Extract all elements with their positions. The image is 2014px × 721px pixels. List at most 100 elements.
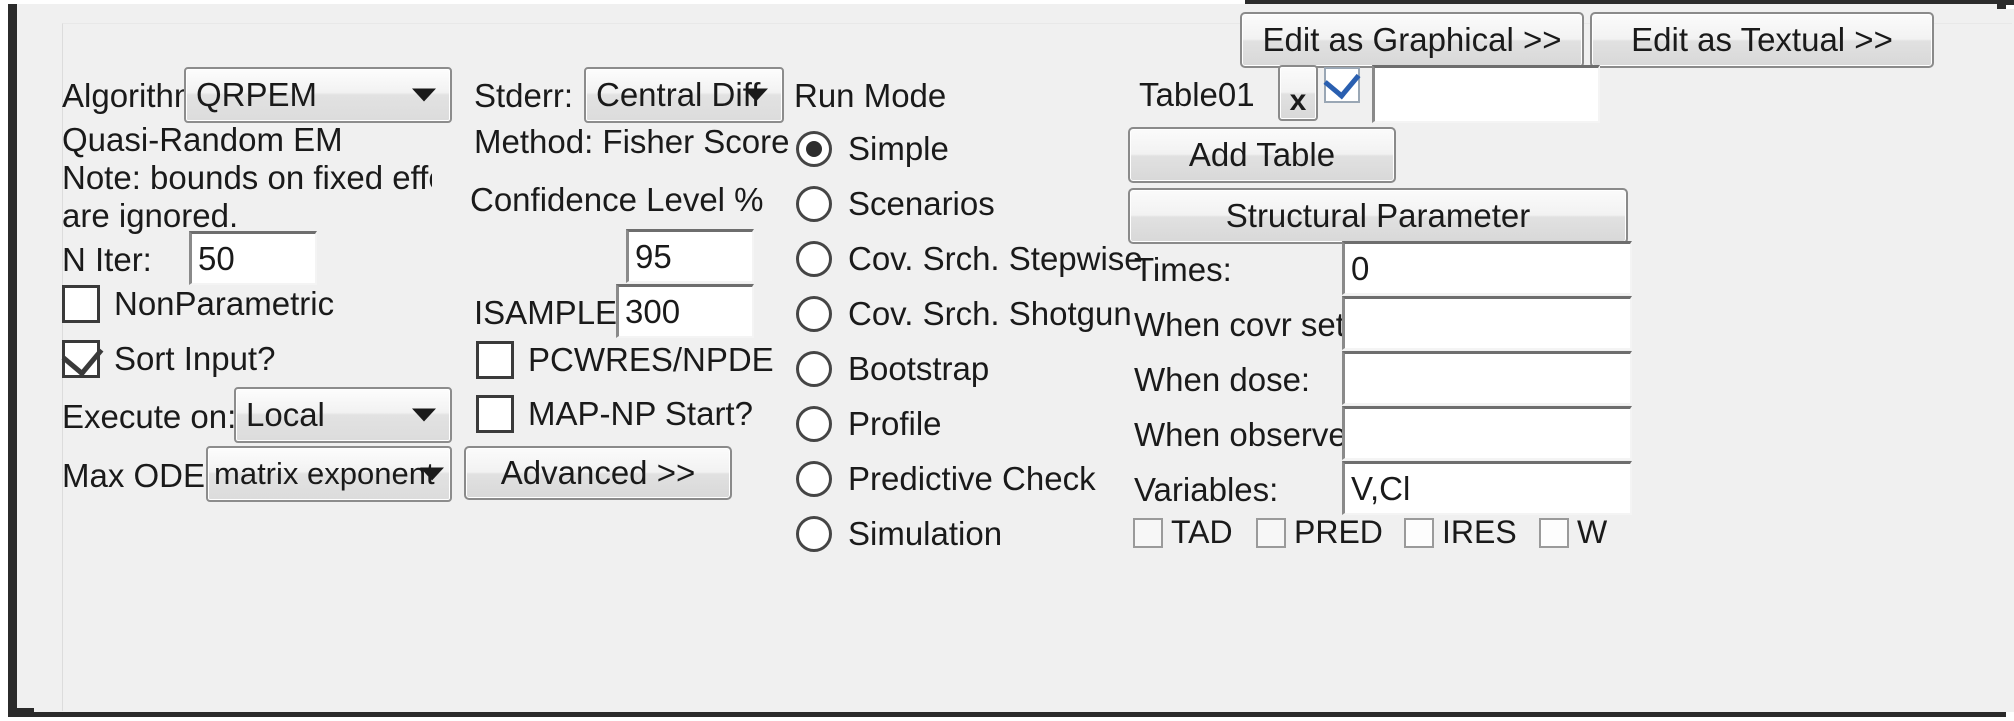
algorithm-description-line-1: Quasi-Random EM (62, 121, 343, 158)
nonparametric-checkbox[interactable]: NonParametric (62, 285, 334, 323)
isample-input[interactable]: 300 (616, 284, 754, 338)
variables-input[interactable]: V,Cl (1342, 461, 1632, 515)
output-flag-label: PRED (1294, 514, 1383, 550)
n-iter-value: 50 (198, 239, 235, 277)
run-mode-option-predictive-check[interactable]: Predictive Check (796, 460, 1096, 498)
add-table-label: Add Table (1188, 136, 1336, 173)
run-mode-label: Cov. Srch. Stepwise (848, 240, 1143, 277)
run-mode-title: Run Mode (794, 77, 947, 114)
settings-dialog-screenshot: Edit as Graphical >> Edit as Textual >> … (0, 0, 2014, 721)
run-mode-label: Predictive Check (848, 460, 1096, 497)
output-flag-label: TAD (1171, 514, 1233, 550)
map-np-start-checkbox[interactable]: MAP-NP Start? (476, 395, 753, 433)
structural-parameter-label: Structural Parameter (1225, 197, 1531, 234)
confidence-level-label: Confidence Level % (470, 181, 764, 218)
output-flag-ires-checkbox[interactable]: IRES (1404, 514, 1517, 551)
algorithm-select[interactable]: QRPEM (184, 67, 452, 123)
run-mode-option-scenarios[interactable]: Scenarios (796, 185, 995, 223)
times-value: 0 (1351, 249, 1370, 287)
edit-as-graphical-label: Edit as Graphical >> (1262, 21, 1562, 58)
map-np-start-label: MAP-NP Start? (528, 395, 753, 432)
when-covr-set-label: When covr set: (1134, 306, 1355, 343)
run-mode-label: Simple (848, 130, 949, 167)
output-flag-tad-checkbox[interactable]: TAD (1133, 514, 1233, 551)
settings-panel: Edit as Graphical >> Edit as Textual >> … (34, 9, 2014, 712)
radio-icon (796, 241, 832, 277)
execute-on-select[interactable]: Local (234, 387, 452, 443)
checkbox-box-icon (476, 395, 514, 433)
isample-label: ISAMPLE: (474, 294, 627, 331)
sort-input-label: Sort Input? (114, 340, 276, 377)
table-filename-input[interactable] (1372, 65, 1600, 123)
edit-as-textual-button[interactable]: Edit as Textual >> (1590, 12, 1934, 68)
when-observe-label: When observe: (1134, 416, 1356, 453)
radio-selected-icon (796, 131, 832, 167)
run-mode-option-cov-srch-shotgun[interactable]: Cov. Srch. Shotgun (796, 295, 1132, 333)
n-iter-label: N Iter: (62, 241, 152, 278)
algorithm-description-line-2: Note: bounds on fixed effects (62, 159, 432, 196)
output-flag-w-checkbox[interactable]: W (1539, 514, 1607, 551)
run-mode-option-bootstrap[interactable]: Bootstrap (796, 350, 989, 388)
variables-value: V,Cl (1351, 469, 1411, 507)
output-flag-label: IRES (1442, 514, 1517, 550)
panel-inner-border (62, 23, 2012, 711)
nonparametric-label: NonParametric (114, 285, 335, 322)
pcwres-npde-label: PCWRES/NPDE (528, 341, 774, 378)
stderr-label: Stderr: (474, 77, 574, 114)
sort-input-checkbox[interactable]: Sort Input? (61, 334, 276, 378)
radio-icon (796, 406, 832, 442)
checkbox-checked-icon (61, 334, 104, 378)
output-flag-pred-checkbox[interactable]: PRED (1256, 514, 1383, 551)
run-mode-option-simple[interactable]: Simple (796, 130, 949, 168)
run-mode-option-profile[interactable]: Profile (796, 405, 942, 443)
table-enabled-checkbox[interactable] (1323, 61, 1361, 108)
times-input[interactable]: 0 (1342, 241, 1632, 295)
stderr-select[interactable]: Central Diff (584, 67, 784, 123)
stderr-value: Central Diff (596, 76, 761, 113)
execute-on-value: Local (246, 396, 325, 433)
max-ode-label: Max ODE: (62, 457, 215, 494)
checkbox-box-icon (476, 341, 514, 379)
checkbox-box-icon (62, 285, 100, 323)
when-observe-input[interactable] (1342, 406, 1632, 460)
isample-value: 300 (625, 292, 681, 330)
checkbox-box-icon (1133, 517, 1163, 548)
radio-icon (796, 516, 832, 552)
n-iter-input[interactable]: 50 (189, 231, 317, 285)
algorithm-description-line-3: are ignored. (62, 197, 239, 234)
radio-icon (796, 351, 832, 387)
radio-icon (796, 186, 832, 222)
remove-table-label: x (1289, 84, 1307, 117)
max-ode-value: matrix exponent (214, 456, 435, 491)
checkbox-box-icon (1404, 517, 1434, 548)
run-mode-label: Profile (848, 405, 942, 442)
run-mode-option-cov-srch-stepwise[interactable]: Cov. Srch. Stepwise (796, 240, 1143, 278)
run-mode-label: Simulation (848, 515, 1003, 552)
remove-table-button[interactable]: x (1278, 65, 1318, 121)
add-table-button[interactable]: Add Table (1128, 127, 1396, 183)
when-covr-set-input[interactable] (1342, 296, 1632, 350)
run-mode-label: Scenarios (848, 185, 995, 222)
variables-label: Variables: (1134, 471, 1279, 508)
structural-parameter-button[interactable]: Structural Parameter (1128, 188, 1628, 244)
chevron-down-icon (420, 467, 444, 481)
max-ode-select[interactable]: matrix exponent (206, 446, 452, 502)
when-dose-input[interactable] (1342, 351, 1632, 405)
advanced-label: Advanced >> (500, 454, 696, 491)
radio-icon (796, 296, 832, 332)
table-name-label: Table01 (1139, 76, 1255, 113)
chevron-down-icon (412, 88, 436, 102)
chevron-down-icon (744, 88, 768, 102)
window-frame: Edit as Graphical >> Edit as Textual >> … (8, 4, 2014, 717)
edit-as-textual-label: Edit as Textual >> (1631, 21, 1893, 58)
radio-icon (796, 461, 832, 497)
confidence-level-value: 95 (635, 237, 672, 275)
advanced-button[interactable]: Advanced >> (464, 446, 732, 500)
edit-as-graphical-button[interactable]: Edit as Graphical >> (1240, 12, 1584, 68)
pcwres-npde-checkbox[interactable]: PCWRES/NPDE (476, 341, 774, 379)
run-mode-label: Cov. Srch. Shotgun (848, 295, 1132, 332)
run-mode-option-simulation[interactable]: Simulation (796, 515, 1002, 553)
execute-on-label: Execute on: (62, 398, 237, 435)
confidence-level-input[interactable]: 95 (626, 229, 754, 283)
when-dose-label: When dose: (1134, 361, 1311, 398)
